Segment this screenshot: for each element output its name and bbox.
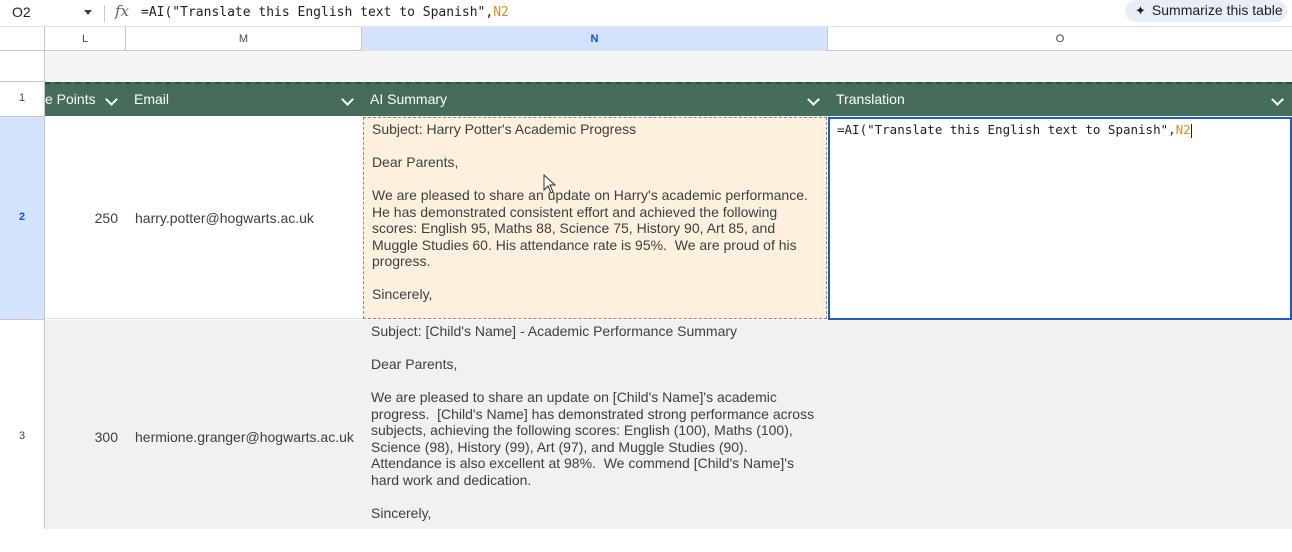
header-ai-summary[interactable]: AI Summary	[362, 84, 828, 116]
chevron-down-icon[interactable]	[105, 93, 118, 106]
row-header-2[interactable]: 2	[0, 117, 45, 320]
chevron-down-icon[interactable]	[341, 93, 354, 106]
column-header-l[interactable]: L	[45, 27, 126, 51]
row-header-1[interactable]: 1	[0, 82, 45, 117]
column-header-o[interactable]: O	[828, 27, 1292, 51]
mouse-pointer-icon	[543, 174, 557, 194]
summarize-label: Summarize this table	[1151, 2, 1283, 18]
select-all-corner[interactable]	[0, 27, 45, 51]
header-points[interactable]: e Points	[45, 84, 126, 116]
email-cell[interactable]: hermione.granger@hogwarts.ac.uk	[135, 429, 360, 446]
header-email-label: Email	[134, 91, 170, 107]
formula-bar: O2 fx =AI("Translate this English text t…	[0, 0, 1292, 27]
text-cursor	[1190, 123, 1192, 138]
chevron-down-icon[interactable]	[807, 93, 820, 106]
translation-cell-editor[interactable]: =AI("Translate this English text to Span…	[828, 117, 1292, 320]
sparkle-icon: ✦	[1135, 3, 1146, 18]
points-cell[interactable]: 250	[45, 210, 118, 226]
column-header-m[interactable]: M	[126, 27, 362, 51]
empty-row	[45, 51, 1292, 82]
header-email[interactable]: Email	[126, 84, 362, 116]
formula-reference: N2	[493, 5, 509, 20]
name-box[interactable]: O2	[0, 0, 104, 26]
row-header-blank[interactable]	[0, 51, 45, 82]
chevron-down-icon[interactable]	[1271, 93, 1284, 106]
fx-icon: fx	[115, 2, 130, 20]
header-ai-summary-label: AI Summary	[370, 91, 448, 107]
summarize-table-button[interactable]: ✦ Summarize this table	[1125, 0, 1287, 22]
column-header-bar: L M N O	[0, 27, 1292, 51]
row-header-3[interactable]: 3	[0, 320, 45, 529]
points-cell[interactable]: 300	[45, 429, 118, 445]
ai-summary-cell[interactable]: Subject: [Child's Name] - Academic Perfo…	[363, 320, 827, 529]
header-translation[interactable]: Translation	[828, 84, 1292, 116]
chevron-down-icon[interactable]	[84, 10, 92, 15]
email-cell[interactable]: harry.potter@hogwarts.ac.uk	[135, 210, 360, 227]
translation-formula-reference: N2	[1175, 122, 1191, 137]
header-points-label: e Points	[45, 91, 96, 107]
divider	[104, 5, 105, 22]
table-header-row: e Points Email AI Summary Translation	[45, 82, 1292, 116]
translation-formula-text: =AI("Translate this English text to Span…	[837, 122, 1176, 137]
column-header-n[interactable]: N	[362, 27, 828, 51]
ai-summary-cell[interactable]: Subject: Harry Potter's Academic Progres…	[363, 117, 827, 335]
header-translation-label: Translation	[836, 91, 905, 107]
formula-text: =AI("Translate this English text to Span…	[141, 5, 494, 20]
name-box-value: O2	[12, 4, 31, 20]
formula-input[interactable]: =AI("Translate this English text to Span…	[141, 5, 509, 20]
